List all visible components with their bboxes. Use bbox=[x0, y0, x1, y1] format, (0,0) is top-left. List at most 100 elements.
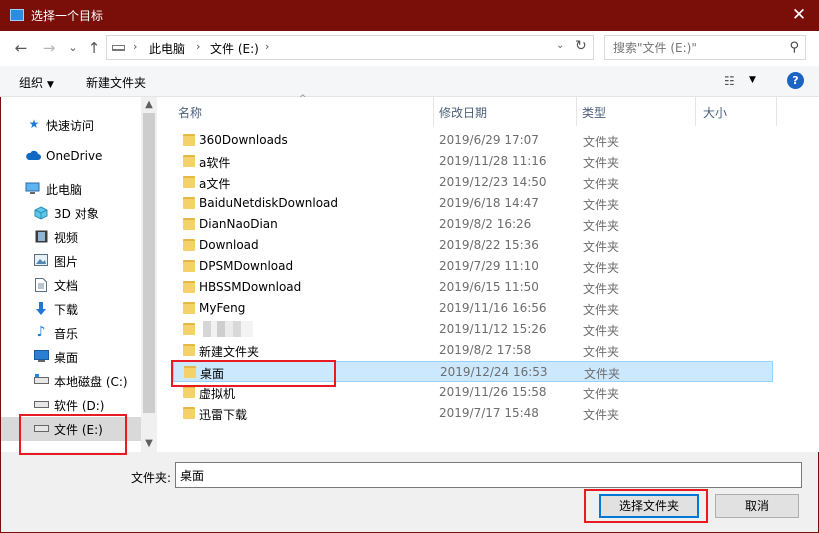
sidebar-item-label: 快速访问 bbox=[46, 119, 95, 133]
organize-button[interactable]: 组织 ▼ bbox=[19, 74, 54, 91]
file-row[interactable]: 迅雷下载 2019/7/17 15:48 文件夹 bbox=[173, 403, 773, 424]
folder-icon bbox=[183, 134, 195, 146]
drive-icon bbox=[34, 422, 49, 435]
scroll-down-icon[interactable]: ▼ bbox=[141, 436, 157, 452]
sidebar-item-onedrive[interactable]: OneDrive bbox=[1, 145, 141, 169]
file-type: 文件夹 bbox=[583, 387, 620, 401]
file-type: 文件夹 bbox=[583, 324, 620, 338]
command-bar: 组织 ▼ 新建文件夹 ☷ ▼ ? bbox=[0, 66, 819, 97]
folder-name-input[interactable] bbox=[176, 463, 801, 487]
sidebar-item-local-disk-c[interactable]: 本地磁盘 (C:) bbox=[1, 369, 141, 393]
file-row[interactable]: 桌面 2019/12/24 16:53 文件夹 bbox=[173, 361, 773, 382]
sidebar-item-this-pc[interactable]: 此电脑 bbox=[1, 177, 141, 201]
sort-ascending-icon: ^ bbox=[299, 94, 307, 104]
file-row[interactable]: a文件 2019/12/23 14:50 文件夹 bbox=[173, 172, 773, 193]
address-bar[interactable]: › 此电脑 › 文件 (E:) › ⌄ ↻ bbox=[106, 35, 594, 60]
search-box[interactable]: ⚲ bbox=[604, 35, 806, 60]
back-arrow-icon[interactable]: ← bbox=[10, 38, 32, 58]
folder-icon bbox=[183, 323, 195, 335]
folder-field[interactable] bbox=[175, 462, 802, 488]
file-name: DianNaoDian bbox=[199, 217, 278, 231]
drive-icon bbox=[34, 398, 49, 411]
close-icon[interactable]: ✕ bbox=[779, 0, 819, 31]
sidebar-item-quick-access[interactable]: ★ 快速访问 bbox=[1, 113, 141, 137]
file-row[interactable]: HBSSMDownload 2019/6/15 11:50 文件夹 bbox=[173, 277, 773, 298]
sidebar-item-software-d[interactable]: 软件 (D:) bbox=[1, 393, 141, 417]
recent-locations-chevron-icon[interactable]: ⌄ bbox=[62, 38, 84, 58]
chevron-right-icon[interactable]: › bbox=[196, 40, 200, 53]
sidebar-item-3d-objects[interactable]: 3D 对象 bbox=[1, 201, 141, 225]
file-name: MyFeng bbox=[199, 301, 246, 315]
folder-icon bbox=[183, 155, 195, 167]
view-options-icon[interactable]: ☷ bbox=[724, 74, 735, 88]
column-divider[interactable] bbox=[576, 97, 577, 126]
chevron-right-icon[interactable]: › bbox=[133, 40, 137, 53]
sidebar-item-label: 桌面 bbox=[54, 351, 79, 365]
chevron-down-icon[interactable]: ▼ bbox=[749, 75, 756, 85]
music-icon: ♪ bbox=[36, 324, 46, 340]
folder-field-label: 文件夹: bbox=[131, 471, 172, 485]
folder-icon bbox=[183, 176, 195, 188]
search-icon[interactable]: ⚲ bbox=[789, 40, 799, 55]
file-name: BaiduNetdiskDownload bbox=[199, 196, 339, 210]
sidebar-item-desktop[interactable]: 桌面 bbox=[1, 345, 141, 369]
file-type: 文件夹 bbox=[583, 261, 620, 275]
address-dropdown-icon[interactable]: ⌄ bbox=[556, 40, 564, 51]
file-row[interactable]: 2019/11/12 15:26 文件夹 bbox=[173, 319, 773, 340]
sidebar-item-pictures[interactable]: 图片 bbox=[1, 249, 141, 273]
column-header-date[interactable]: 修改日期 bbox=[439, 104, 487, 121]
file-name: DPSMDownload bbox=[199, 259, 294, 273]
file-list: ^ 名称 修改日期 类型 大小 360Downloads 2019/6/29 17… bbox=[157, 94, 819, 452]
navigation-scrollbar[interactable]: ▲ ▼ bbox=[141, 97, 157, 452]
sidebar-item-label: 图片 bbox=[54, 255, 79, 269]
file-name: a文件 bbox=[199, 177, 231, 191]
file-row[interactable]: DianNaoDian 2019/8/2 16:26 文件夹 bbox=[173, 214, 773, 235]
file-name: HBSSMDownload bbox=[199, 280, 302, 294]
file-row[interactable]: a软件 2019/11/28 11:16 文件夹 bbox=[173, 151, 773, 172]
file-type: 文件夹 bbox=[583, 240, 620, 254]
sidebar-item-music[interactable]: ♪ 音乐 bbox=[1, 321, 141, 345]
file-row[interactable]: 360Downloads 2019/6/29 17:07 文件夹 bbox=[173, 130, 773, 151]
sidebar-item-downloads[interactable]: 下载 bbox=[1, 297, 141, 321]
file-name: 360Downloads bbox=[199, 133, 288, 147]
column-header-name[interactable]: 名称 bbox=[178, 104, 202, 121]
file-type: 文件夹 bbox=[583, 345, 620, 359]
column-divider[interactable] bbox=[776, 97, 777, 126]
file-date: 2019/6/18 14:47 bbox=[439, 196, 539, 210]
column-divider[interactable] bbox=[433, 97, 434, 126]
column-divider[interactable] bbox=[695, 97, 696, 126]
folder-icon bbox=[183, 281, 195, 293]
sidebar-item-videos[interactable]: 视频 bbox=[1, 225, 141, 249]
refresh-icon[interactable]: ↻ bbox=[575, 38, 587, 54]
computer-icon bbox=[25, 182, 40, 195]
breadcrumb-drive-e[interactable]: 文件 (E:) bbox=[210, 40, 259, 57]
breadcrumb-this-pc[interactable]: 此电脑 bbox=[149, 40, 185, 57]
cancel-button[interactable]: 取消 bbox=[715, 494, 799, 518]
column-header-size[interactable]: 大小 bbox=[703, 104, 727, 121]
sidebar-item-label: 软件 (D:) bbox=[54, 399, 105, 413]
new-folder-button[interactable]: 新建文件夹 bbox=[86, 74, 146, 91]
file-row[interactable]: 新建文件夹 2019/8/2 17:58 文件夹 bbox=[173, 340, 773, 361]
column-header-type[interactable]: 类型 bbox=[582, 104, 606, 121]
file-row[interactable]: MyFeng 2019/11/16 16:56 文件夹 bbox=[173, 298, 773, 319]
file-date: 2019/12/24 16:53 bbox=[440, 365, 548, 379]
file-row[interactable]: Download 2019/8/22 15:36 文件夹 bbox=[173, 235, 773, 256]
file-date: 2019/11/28 11:16 bbox=[439, 154, 547, 168]
help-icon[interactable]: ? bbox=[787, 72, 804, 89]
scrollbar-thumb[interactable] bbox=[143, 113, 155, 413]
forward-arrow-icon[interactable]: → bbox=[38, 38, 60, 58]
file-type: 文件夹 bbox=[583, 156, 620, 170]
chevron-right-icon[interactable]: › bbox=[265, 40, 269, 53]
search-input[interactable] bbox=[605, 36, 783, 59]
file-row[interactable]: DPSMDownload 2019/7/29 11:10 文件夹 bbox=[173, 256, 773, 277]
file-row[interactable]: 虚拟机 2019/11/26 15:58 文件夹 bbox=[173, 382, 773, 403]
up-arrow-icon[interactable]: ↑ bbox=[83, 38, 105, 58]
folder-icon bbox=[183, 260, 195, 272]
sidebar-item-documents[interactable]: 文档 bbox=[1, 273, 141, 297]
select-folder-button[interactable]: 选择文件夹 bbox=[599, 494, 699, 518]
file-row[interactable]: BaiduNetdiskDownload 2019/6/18 14:47 文件夹 bbox=[173, 193, 773, 214]
file-date: 2019/11/12 15:26 bbox=[439, 322, 547, 336]
sidebar-item-files-e[interactable]: 文件 (E:) bbox=[1, 417, 141, 441]
sidebar-item-label: 此电脑 bbox=[46, 183, 83, 197]
scroll-up-icon[interactable]: ▲ bbox=[141, 97, 157, 113]
